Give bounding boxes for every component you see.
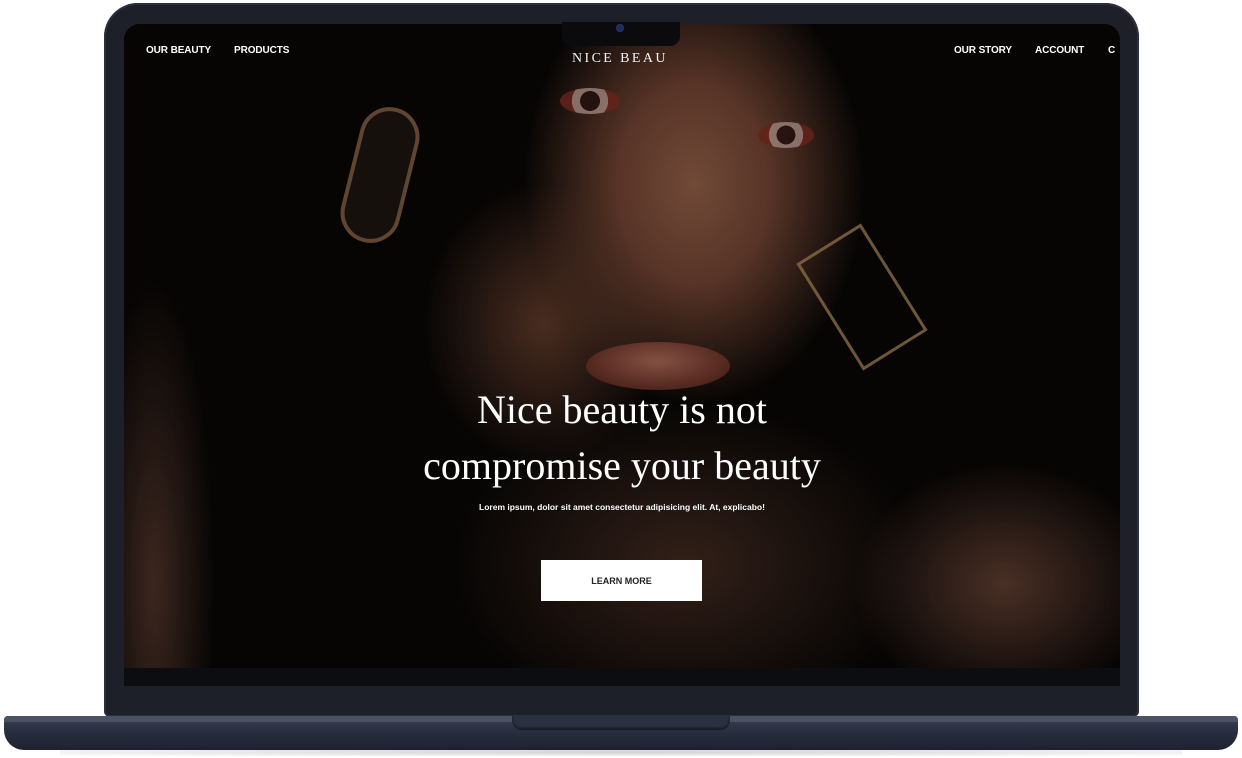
learn-more-button[interactable]: LEARN MORE [541,560,702,601]
laptop-screen: OUR BEAUTY PRODUCTS NICE BEAU OUR STORY … [124,24,1120,686]
nav-our-story[interactable]: OUR STORY [954,45,1012,56]
nav-products[interactable]: PRODUCTS [234,45,289,56]
hero-title: Nice beauty is not compromise your beaut… [322,382,922,494]
screen-bottom-bezel [124,668,1120,686]
nav-our-beauty[interactable]: OUR BEAUTY [146,45,211,56]
trackpad-notch [512,716,730,730]
hero-subtitle: Lorem ipsum, dolor sit amet consectetur … [479,502,765,512]
nav-account[interactable]: ACCOUNT [1035,45,1084,56]
brand-logo[interactable]: NICE BEAU [572,51,668,67]
camera-icon [617,25,623,31]
hero-title-line-2: compromise your beauty [423,443,821,488]
hero-title-line-1: Nice beauty is not [477,387,767,432]
laptop-shadow [60,748,1182,756]
nav-cart[interactable]: C [1108,45,1115,56]
